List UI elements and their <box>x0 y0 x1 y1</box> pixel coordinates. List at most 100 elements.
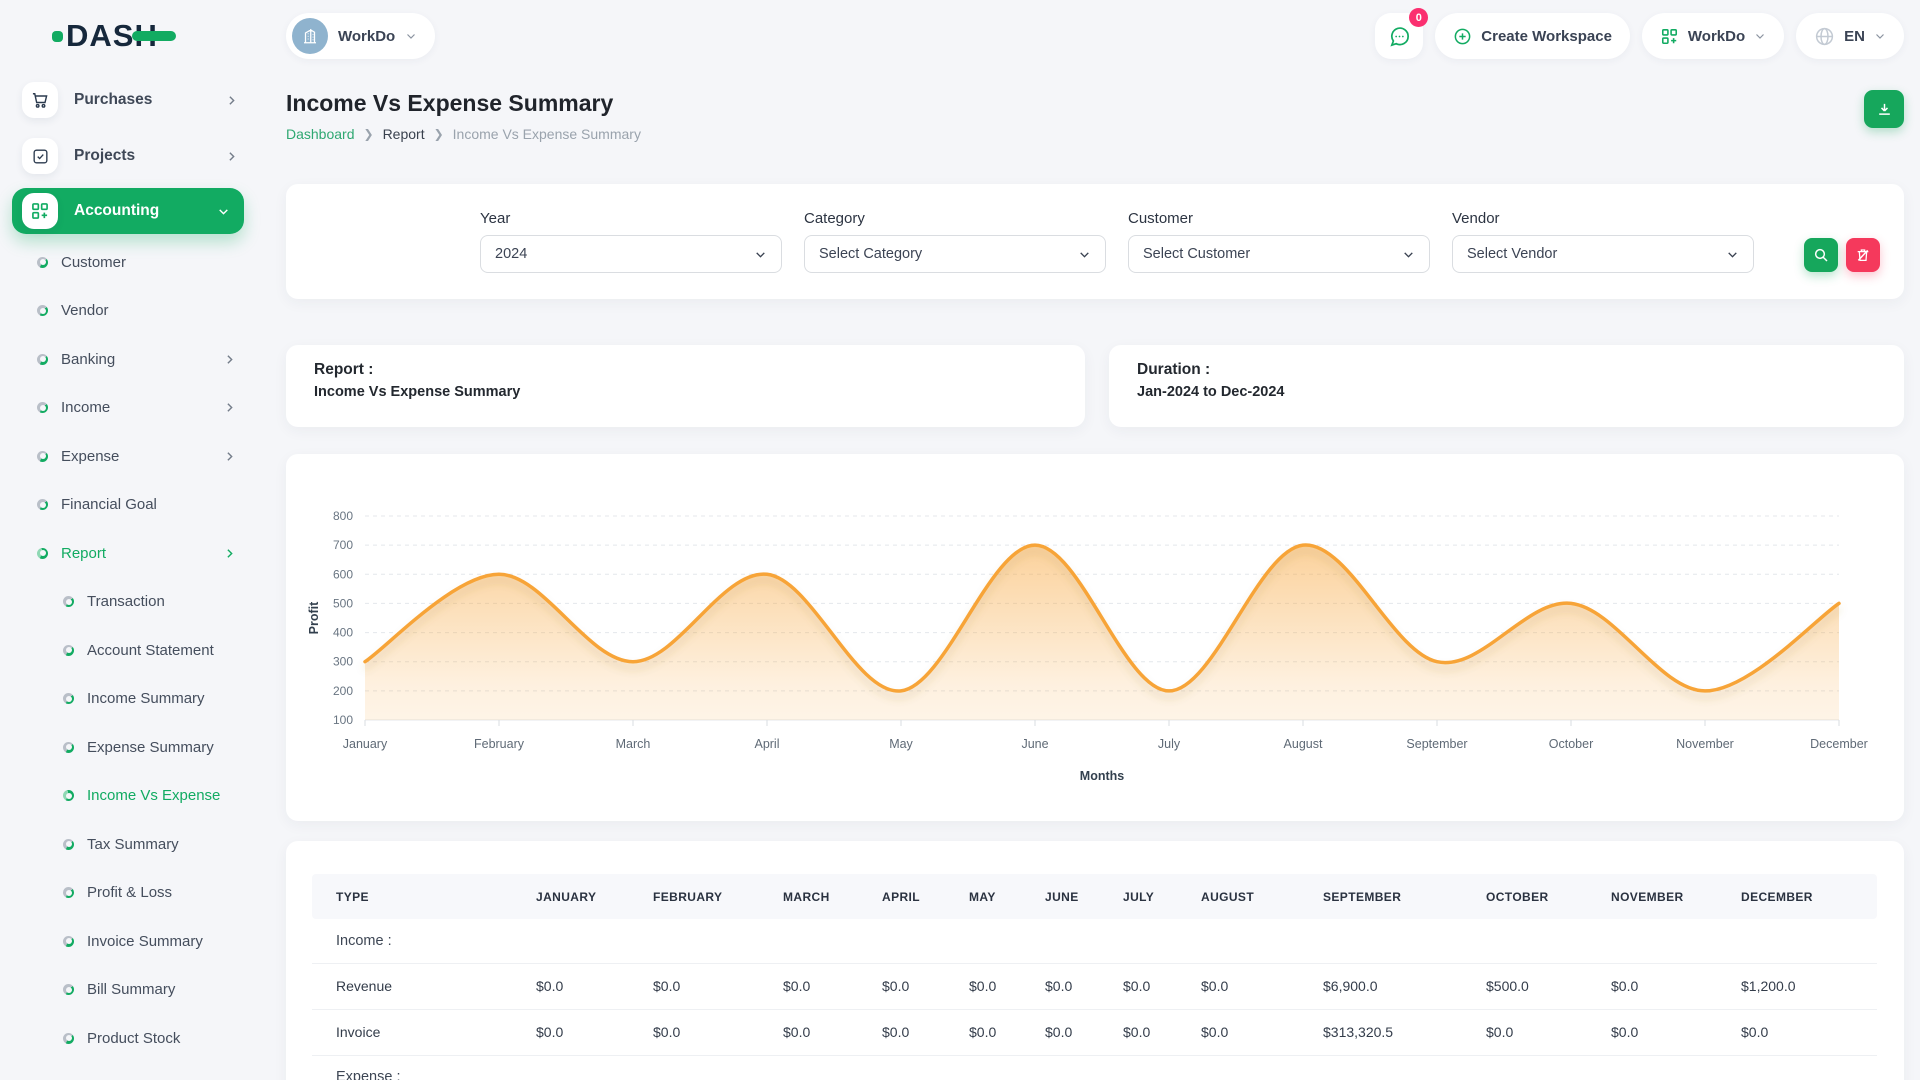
profit-area-chart: 100200300400500600700800JanuaryFebruaryM… <box>286 454 1904 821</box>
sidebar-item-label: Income Summary <box>87 690 205 707</box>
trash-slash-icon <box>1855 247 1871 263</box>
messages-count-badge: 0 <box>1409 8 1428 27</box>
cell-value: $0.0 <box>1123 1009 1201 1055</box>
sidebar-item-transaction[interactable]: Transaction <box>0 578 256 627</box>
svg-text:September: September <box>1406 737 1467 751</box>
bullet-ring-icon <box>37 451 48 462</box>
sidebar-item-product-stock[interactable]: Product Stock <box>0 1014 256 1063</box>
sidebar-item-customer[interactable]: Customer <box>0 238 256 287</box>
year-select-value: 2024 <box>495 246 527 262</box>
sidebar-item-label: Profit & Loss <box>87 884 172 901</box>
grid-plus-icon <box>1660 27 1679 46</box>
breadcrumb-link-dashboard[interactable]: Dashboard <box>286 126 355 142</box>
cell-value: $0.0 <box>653 1009 783 1055</box>
bullet-ring-icon <box>63 790 74 801</box>
sidebar-item-label: Expense <box>61 448 119 465</box>
cell-value: $0.0 <box>783 1009 882 1055</box>
vendor-field: VendorSelect Vendor <box>1452 210 1754 299</box>
sidebar-nav: PurchasesProjects Accounting CustomerVendo… <box>0 72 256 1080</box>
year-select[interactable]: 2024 <box>480 235 782 273</box>
category-select-value: Select Category <box>819 246 922 262</box>
cell-value: $0.0 <box>1123 963 1201 1009</box>
cell-value: $0.0 <box>1045 963 1123 1009</box>
language-code: EN <box>1844 28 1865 45</box>
sidebar-item-income[interactable]: Income <box>0 384 256 433</box>
column-header: TYPE <box>312 874 536 919</box>
sidebar-item-accounting[interactable]: Accounting <box>12 188 244 234</box>
sidebar-item-bill-summary[interactable]: Bill Summary <box>0 966 256 1015</box>
breadcrumb: Dashboard❯Report❯Income Vs Expense Summa… <box>286 126 641 142</box>
sidebar-item-projects[interactable]: Projects <box>0 128 256 184</box>
column-header: APRIL <box>882 874 969 919</box>
duration-label: Duration : <box>1137 358 1876 382</box>
column-header: JANUARY <box>536 874 653 919</box>
sidebar-item-cash-flow[interactable]: Cash Flow <box>0 1063 256 1080</box>
category-select[interactable]: Select Category <box>804 235 1106 273</box>
cell-type: Invoice <box>312 1009 536 1055</box>
income-vs-expense-table: TYPEJANUARYFEBRUARYMARCHAPRILMAYJUNEJULY… <box>312 874 1877 1080</box>
sidebar-item-invoice-summary[interactable]: Invoice Summary <box>0 917 256 966</box>
column-header: OCTOBER <box>1486 874 1611 919</box>
table-header-row: TYPEJANUARYFEBRUARYMARCHAPRILMAYJUNEJULY… <box>312 874 1877 919</box>
bullet-ring-icon <box>63 1033 74 1044</box>
customer-select[interactable]: Select Customer <box>1128 235 1430 273</box>
svg-text:June: June <box>1021 737 1048 751</box>
reset-filter-button[interactable] <box>1846 238 1880 272</box>
workspace-switcher[interactable]: WorkDo <box>286 13 435 59</box>
svg-text:Months: Months <box>1080 769 1124 783</box>
svg-text:August: August <box>1284 737 1323 751</box>
download-report-button[interactable] <box>1864 90 1904 128</box>
cell-value: $0.0 <box>1201 1009 1323 1055</box>
cell-value: $500.0 <box>1486 963 1611 1009</box>
sidebar-item-account-statement[interactable]: Account Statement <box>0 626 256 675</box>
sidebar-item-profit-loss[interactable]: Profit & Loss <box>0 869 256 918</box>
sidebar-item-financial-goal[interactable]: Financial Goal <box>0 481 256 530</box>
report-label: Report : <box>314 358 1057 382</box>
sidebar-item-expense-summary[interactable]: Expense Summary <box>0 723 256 772</box>
workspace-name: WorkDo <box>338 28 395 45</box>
sidebar-item-purchases[interactable]: Purchases <box>0 72 256 128</box>
svg-text:December: December <box>1810 737 1868 751</box>
language-menu[interactable]: EN <box>1796 13 1904 59</box>
breadcrumb-link-report[interactable]: Report <box>383 126 425 142</box>
cell-value: $0.0 <box>882 1009 969 1055</box>
bullet-ring-icon <box>63 984 74 995</box>
column-header: AUGUST <box>1201 874 1323 919</box>
apply-filter-button[interactable] <box>1804 238 1838 272</box>
chevron-right-icon <box>223 547 236 560</box>
sidebar-item-banking[interactable]: Banking <box>0 335 256 384</box>
bullet-ring-icon <box>63 839 74 850</box>
vendor-select[interactable]: Select Vendor <box>1452 235 1754 273</box>
workdo-apps-menu[interactable]: WorkDo <box>1642 13 1784 59</box>
sidebar-item-label: Accounting <box>74 202 159 220</box>
sidebar-item-vendor[interactable]: Vendor <box>0 287 256 336</box>
sidebar-item-income-vs-expense[interactable]: Income Vs Expense <box>0 772 256 821</box>
main-content: Income Vs Expense Summary Dashboard❯Repo… <box>256 72 1920 1080</box>
sidebar-item-label: Invoice Summary <box>87 933 203 950</box>
svg-text:500: 500 <box>333 596 353 610</box>
report-summary-card: Report : Income Vs Expense Summary <box>286 345 1085 427</box>
table-group-row: Expense : <box>312 1055 1877 1080</box>
sidebar-item-expense[interactable]: Expense <box>0 432 256 481</box>
create-workspace-button[interactable]: Create Workspace <box>1435 13 1630 59</box>
duration-value: Jan-2024 to Dec-2024 <box>1137 382 1876 403</box>
bullet-ring-icon <box>63 596 74 607</box>
customer-field: CustomerSelect Customer <box>1128 210 1430 299</box>
sidebar-item-tax-summary[interactable]: Tax Summary <box>0 820 256 869</box>
chevron-down-icon <box>1754 30 1766 42</box>
messages-button[interactable]: 0 <box>1375 13 1423 59</box>
sidebar-item-label: Income <box>61 399 110 416</box>
sidebar-item-report[interactable]: Report <box>0 529 256 578</box>
svg-text:January: January <box>343 737 388 751</box>
breadcrumb-current: Income Vs Expense Summary <box>453 126 641 142</box>
customer-select-value: Select Customer <box>1143 246 1250 262</box>
app-logo[interactable]: DASH <box>0 0 256 72</box>
category-label: Category <box>804 210 1106 227</box>
chevron-down-icon <box>754 248 767 261</box>
column-header: MAY <box>969 874 1045 919</box>
bullet-ring-icon <box>37 305 48 316</box>
check-square-icon <box>31 147 50 166</box>
sidebar-item-income-summary[interactable]: Income Summary <box>0 675 256 724</box>
svg-text:November: November <box>1676 737 1734 751</box>
chevron-right-icon <box>225 94 238 107</box>
